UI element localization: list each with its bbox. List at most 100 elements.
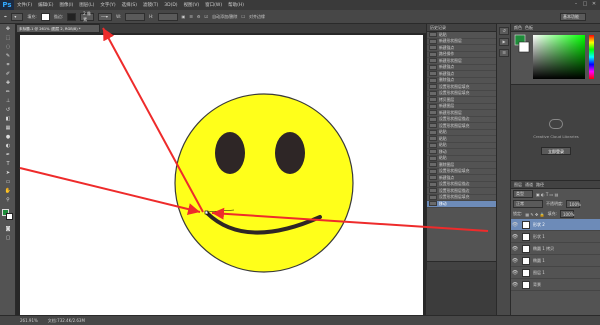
fill-swatch[interactable] [40,12,50,21]
layer-row[interactable]: 👁 背景 [511,279,600,291]
layer-filter-select[interactable]: 类型 [513,190,533,198]
auto-add-checkbox[interactable]: ☑ [204,14,208,19]
eye-icon[interactable]: 👁 [511,246,519,252]
hand-tool-icon[interactable]: ✋ [2,187,14,195]
menu-edit[interactable]: 编辑(E) [35,2,56,8]
workspace-select[interactable]: 基本功能 [560,13,586,21]
crop-tool-icon[interactable]: ⌗ [2,61,14,69]
screen-mode-icon[interactable]: ▢ [2,234,14,242]
zoom-tool-icon[interactable]: ⚲ [2,196,14,204]
history-footer [427,261,497,270]
height-field[interactable] [157,12,178,21]
menu-help[interactable]: 帮助(H) [225,2,247,8]
history-step-icon [429,188,437,194]
tool-mode-select[interactable]: ▾ [11,12,24,21]
menu-type[interactable]: 文字(Y) [97,2,118,8]
eraser-tool-icon[interactable]: ◧ [2,115,14,123]
panel-icon-strip: ↺ ▶ ☰ [496,24,510,315]
eye-icon[interactable]: 👁 [511,270,519,276]
eye-icon[interactable]: 👁 [511,282,519,288]
color-picker[interactable] [511,32,600,82]
layer-row[interactable]: 👁 图层 1 [511,267,600,279]
anchor-point[interactable] [204,210,209,215]
history-item-label: 粘贴 [439,135,447,141]
close-icon[interactable]: ✕ [590,1,598,8]
tab-channels[interactable]: 通道 [525,181,533,188]
quick-mask-icon[interactable]: ◙ [2,225,14,233]
width-field[interactable] [125,12,146,21]
pen-tool-icon[interactable]: ✒ [4,14,7,19]
menu-layer[interactable]: 图层(L) [76,2,97,8]
history-item-label: 删除锚点 [439,77,455,83]
menu-3d[interactable]: 3D(D) [161,3,180,8]
menu-view[interactable]: 视图(V) [181,2,203,8]
stroke-size-field[interactable]: 2 像素 [80,11,95,22]
document-canvas[interactable] [20,35,423,315]
brush-tool-icon[interactable]: ✏ [2,88,14,96]
minimize-icon[interactable]: – [572,1,580,8]
dodge-tool-icon[interactable]: ◐ [2,142,14,150]
filter-icons[interactable]: ▣ ◐ T ▭ ▤ [536,192,558,197]
path-align-icon[interactable]: ☰ [189,14,193,19]
layer-row[interactable]: 👁 形状 1 [511,231,600,243]
menu-window[interactable]: 窗口(W) [202,2,225,8]
menu-file[interactable]: 文件(F) [14,2,35,8]
tab-layers[interactable]: 图层 [514,181,522,188]
align-edges-checkbox[interactable]: ☐ [241,14,245,19]
maximize-icon[interactable]: □ [581,1,589,8]
tab-swatches[interactable]: 色板 [525,24,533,31]
stamp-tool-icon[interactable]: ⊥ [2,97,14,105]
eye-icon[interactable]: 👁 [511,258,519,264]
lock-icons[interactable]: ▦ ✎ ✥ 🔒 [525,212,544,217]
tab-paths[interactable]: 路径 [536,181,544,188]
gear-icon[interactable]: ⚙ [197,14,201,19]
background-color[interactable] [6,213,13,220]
lasso-tool-icon[interactable]: ◌ [2,43,14,51]
zoom-level[interactable]: 261.91% [20,318,38,323]
shape-tool-icon[interactable]: ▭ [2,178,14,186]
pen-tool-icon-side[interactable]: ✒ [2,151,14,159]
color-panel: 颜色 色板 [510,24,600,84]
eye-icon[interactable]: 👁 [511,222,519,228]
actions-panel-icon[interactable]: ▶ [499,38,509,46]
tab-color[interactable]: 颜色 [514,24,522,31]
history-panel-icon[interactable]: ↺ [499,27,509,35]
stroke-type-select[interactable]: ──▾ [98,12,113,21]
type-tool-icon[interactable]: T [2,160,14,168]
document-tab[interactable]: 未标题-1 @ 261% (图层 2, RGB/8) * [16,24,100,33]
history-panel-title[interactable]: 历史记录 [427,24,496,32]
color-swatches[interactable] [0,208,15,224]
gradient-tool-icon[interactable]: ▦ [2,124,14,132]
left-eye[interactable] [215,132,245,174]
layer-row[interactable]: 👁 形状 2 [511,219,600,231]
layer-row[interactable]: 👁 椭圆 1 拷贝 [511,243,600,255]
layers-panel: 图层 通道 路径 类型 ▣ ◐ T ▭ ▤ 正常 不透明度: 100% 锁定: … [510,180,600,315]
eyedropper-tool-icon[interactable]: ✐ [2,70,14,78]
quick-select-tool-icon[interactable]: ✎ [2,52,14,60]
menu-filter[interactable]: 滤镜(T) [140,2,161,8]
history-step-icon [429,110,437,116]
eye-icon[interactable]: 👁 [511,234,519,240]
tools-panel: ✥ ⬚ ◌ ✎ ⌗ ✐ ✚ ✏ ⊥ ↺ ◧ ▦ ● ◐ ✒ T ➤ ▭ ✋ ⚲ … [0,24,16,315]
layer-fill-field[interactable]: 100% [560,210,574,218]
right-eye[interactable] [275,132,305,174]
blur-tool-icon[interactable]: ● [2,133,14,141]
layer-opacity-field[interactable]: 100% [566,200,581,208]
menu-select[interactable]: 选择(S) [119,2,140,8]
history-item[interactable]: 移动 [427,201,496,208]
smiley-face[interactable] [174,93,354,273]
sign-in-button[interactable]: 立即登录 [541,147,571,155]
menu-image[interactable]: 图像(I) [56,2,76,8]
healing-tool-icon[interactable]: ✚ [2,79,14,87]
fill-label: 填充: [27,13,37,19]
stroke-swatch[interactable] [67,12,77,21]
blend-mode-select[interactable]: 正常 [513,200,543,208]
path-ops-icon[interactable]: ▣ [182,14,186,19]
auto-add-label: 自动添加/删除 [212,13,238,19]
path-select-tool-icon[interactable]: ➤ [2,169,14,177]
layer-row[interactable]: 👁 椭圆 1 [511,255,600,267]
history-brush-icon[interactable]: ↺ [2,106,14,114]
properties-panel-icon[interactable]: ☰ [499,49,509,57]
marquee-tool-icon[interactable]: ⬚ [2,34,14,42]
move-tool-icon[interactable]: ✥ [2,25,14,33]
